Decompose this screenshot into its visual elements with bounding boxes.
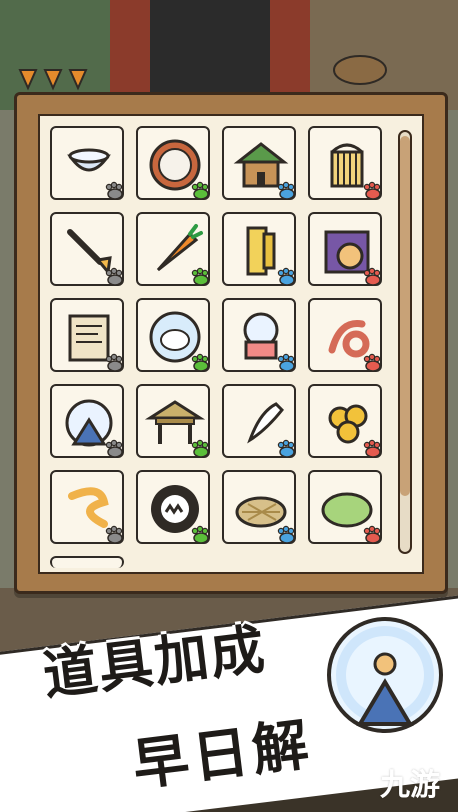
inventory-panel: bowl round cushion cat house bird cage s… [38, 114, 424, 574]
inventory-item[interactable]: golden nuggets [308, 384, 382, 458]
scrollbar-thumb[interactable] [400, 136, 410, 496]
paw-print-icon [360, 436, 386, 462]
inventory-item[interactable]: bird cage [308, 126, 382, 200]
paw-print-icon [274, 522, 300, 548]
inventory-item[interactable]: bowl [50, 126, 124, 200]
paw-print-icon [360, 350, 386, 376]
paw-print-icon [188, 178, 214, 204]
paw-print-icon [274, 264, 300, 290]
inventory-item[interactable]: gachapon [222, 298, 296, 372]
paw-print-icon [188, 522, 214, 548]
paw-print-icon [188, 264, 214, 290]
hamster-wheel-icon [327, 617, 443, 733]
inventory-item[interactable]: round cushion [136, 126, 210, 200]
inventory-item[interactable]: shovel [50, 212, 124, 286]
inventory-item[interactable]: ghost ball [136, 470, 210, 544]
paw-print-icon [274, 436, 300, 462]
paw-print-icon [102, 522, 128, 548]
paw-print-icon [274, 178, 300, 204]
inventory-item[interactable]: rope [308, 298, 382, 372]
inventory-item[interactable]: hamster wheel [50, 384, 124, 458]
inventory-scrollbar[interactable] [398, 130, 412, 554]
paw-print-icon [360, 522, 386, 548]
inventory-item[interactable]: sheep bubble [136, 298, 210, 372]
paw-print-icon [360, 264, 386, 290]
inventory-item[interactable]: cat bag [308, 212, 382, 286]
paw-print-icon [274, 350, 300, 376]
inventory-item[interactable]: green bush [308, 470, 382, 544]
paw-print-icon [102, 350, 128, 376]
inventory-item[interactable]: worm [50, 470, 124, 544]
inventory-item[interactable]: straw hut [136, 384, 210, 458]
paw-print-icon [102, 264, 128, 290]
inventory-item[interactable]: tooth [222, 384, 296, 458]
inventory-item[interactable]: paper scroll [50, 298, 124, 372]
inventory-item[interactable]: cat house [222, 126, 296, 200]
inventory-item-partial[interactable] [50, 556, 124, 568]
inventory-item[interactable]: carrot [136, 212, 210, 286]
inventory-item[interactable]: straw nest [222, 470, 296, 544]
watermark: 九游 [380, 768, 440, 803]
paw-print-icon [102, 436, 128, 462]
paw-print-icon [188, 436, 214, 462]
inventory-item[interactable]: wood plank [222, 212, 296, 286]
game-screen: bowl round cushion cat house bird cage s… [0, 0, 458, 812]
paw-print-icon [102, 178, 128, 204]
paw-print-icon [360, 178, 386, 204]
paw-print-icon [188, 350, 214, 376]
